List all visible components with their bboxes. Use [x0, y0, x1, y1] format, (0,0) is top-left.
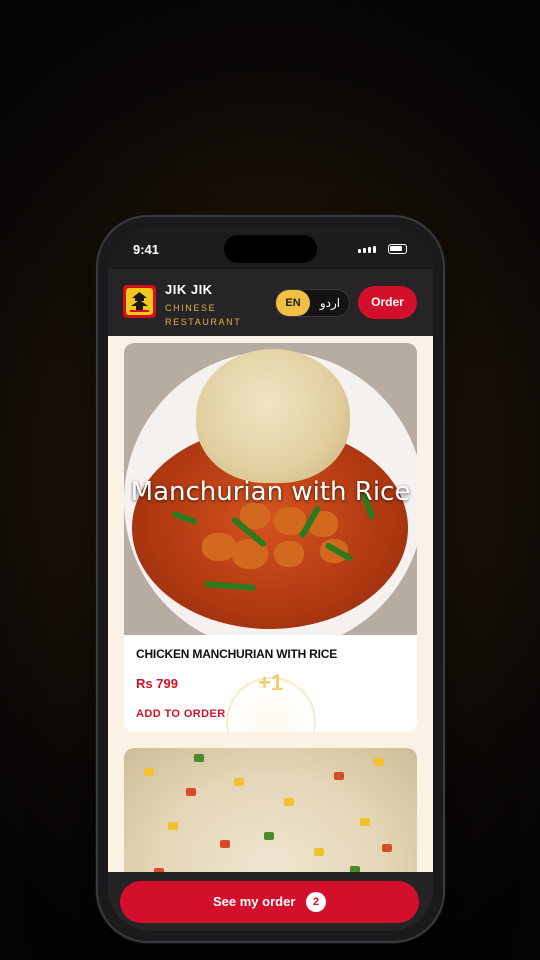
dish-price: Rs 799: [136, 676, 178, 691]
app-screen: 9:41 JIK JIK CHINESE RESTAURANT EN اردو: [108, 227, 433, 931]
status-bar: 9:41: [108, 227, 433, 269]
brand-name: JIK JIK: [165, 282, 213, 297]
signal-icon: [358, 246, 376, 253]
menu-card[interactable]: Manchurian with Rice CHICKEN MANCHURIAN …: [124, 343, 417, 732]
app-header: JIK JIK CHINESE RESTAURANT EN اردو Order: [108, 269, 433, 336]
see-my-order-label: See my order: [213, 894, 296, 909]
logo-icon[interactable]: [123, 285, 156, 318]
dish-image: [124, 748, 417, 876]
add-feedback: +1: [258, 670, 284, 695]
dynamic-island: [224, 235, 317, 263]
see-my-order-button[interactable]: See my order 2: [120, 881, 419, 923]
menu-card[interactable]: [124, 748, 417, 876]
battery-icon: [388, 244, 407, 254]
lang-urdu-button[interactable]: اردو: [312, 290, 348, 316]
language-toggle: EN اردو: [275, 289, 350, 317]
order-button[interactable]: Order: [358, 286, 417, 319]
dish-name: CHICKEN MANCHURIAN WITH RICE: [136, 647, 338, 661]
order-count-badge: 2: [306, 892, 326, 912]
dish-image: Manchurian with Rice: [124, 343, 417, 635]
menu-list[interactable]: Manchurian with Rice CHICKEN MANCHURIAN …: [108, 336, 433, 876]
status-time: 9:41: [133, 242, 160, 257]
lang-en-button[interactable]: EN: [276, 290, 310, 316]
bottom-bar: See my order 2: [108, 872, 433, 931]
dish-image-caption: Manchurian with Rice: [130, 477, 411, 507]
brand-subtitle-line1: CHINESE: [165, 303, 217, 313]
add-to-order-button[interactable]: ADD TO ORDER: [136, 708, 226, 720]
brand-subtitle-line2: RESTAURANT: [165, 317, 242, 327]
